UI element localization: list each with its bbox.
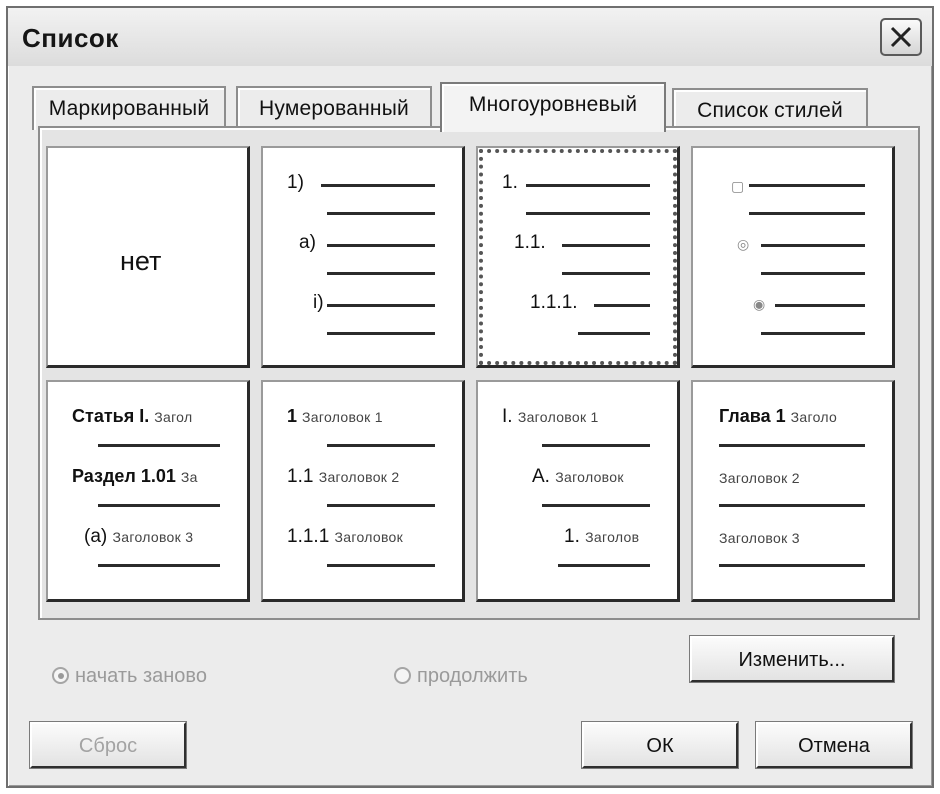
level3-heading: Заголовок 3 — [719, 530, 800, 546]
text-line — [327, 304, 435, 307]
text-line — [327, 272, 435, 275]
text-line — [98, 504, 220, 507]
text-line — [98, 444, 220, 447]
restart-label: начать заново — [75, 665, 207, 687]
text-line — [542, 504, 650, 507]
text-line — [761, 244, 865, 247]
text-line — [562, 244, 650, 247]
text-line — [526, 212, 650, 215]
text-line — [321, 184, 435, 187]
level2-number: Раздел 1.01 За — [72, 466, 198, 486]
level1-number: 1. — [502, 172, 518, 193]
tab-label: Маркированный — [48, 97, 210, 120]
text-line — [749, 184, 865, 187]
text-line — [327, 244, 435, 247]
change-button[interactable]: Изменить... — [689, 635, 895, 683]
level2-number: 1.1. — [514, 232, 546, 253]
circle-bullet-icon: ◎ — [737, 236, 750, 252]
tab-multilevel[interactable]: Многоуровневый — [440, 82, 666, 132]
list-option-none[interactable]: нет — [46, 146, 250, 368]
text-line — [719, 444, 865, 447]
list-option-chapter[interactable]: Глава 1 Заголо Заголовок 2 Заголовок 3 — [691, 380, 895, 602]
ok-button[interactable]: ОК — [581, 721, 739, 769]
tab-label: Многоуровневый — [468, 93, 638, 116]
level3-number: 1.1.1. — [530, 292, 578, 313]
text-line — [594, 304, 650, 307]
continue-numbering-radio[interactable]: продолжить — [394, 665, 528, 688]
radio-checked-icon — [52, 667, 69, 684]
text-line — [749, 212, 865, 215]
dialog-title: Список — [22, 23, 119, 53]
level2-number: А. Заголовок — [532, 466, 624, 487]
text-line — [558, 564, 650, 567]
text-line — [578, 332, 650, 335]
text-line — [719, 504, 865, 507]
cancel-button[interactable]: Отмена — [755, 721, 913, 769]
close-button[interactable] — [880, 18, 922, 56]
tab-numbered[interactable]: Нумерованный — [236, 86, 432, 130]
list-option-article-section[interactable]: Статья I. Загол Раздел 1.01 За (а) Загол… — [46, 380, 250, 602]
tab-bulleted[interactable]: Маркированный — [32, 86, 226, 130]
text-line — [327, 504, 435, 507]
level1-number: 1 Заголовок 1 — [287, 406, 383, 426]
level2-number: a) — [299, 232, 316, 253]
level3-number: 1. Заголов — [564, 526, 640, 547]
text-line — [775, 304, 865, 307]
level1-number: Статья I. Загол — [72, 406, 193, 426]
level2-heading: Заголовок 2 — [719, 470, 800, 486]
square-bullet-icon: ▢ — [731, 178, 745, 194]
text-line — [761, 332, 865, 335]
title-bar[interactable]: Список — [8, 8, 932, 66]
restart-numbering-radio[interactable]: начать заново — [52, 665, 207, 688]
level2-number: 1.1 Заголовок 2 — [287, 466, 400, 487]
list-option-paren[interactable]: 1) a) i) — [261, 146, 465, 368]
list-option-decimal[interactable]: 1. 1.1. 1.1.1. — [476, 146, 680, 368]
list-option-heading-decimal[interactable]: 1 Заголовок 1 1.1 Заголовок 2 1.1.1 Заго… — [261, 380, 465, 602]
list-option-bullets[interactable]: ▢ ◎ ◉ — [691, 146, 895, 368]
list-option-heading-roman[interactable]: I. Заголовок 1 А. Заголовок 1. Заголов — [476, 380, 680, 602]
level3-number: 1.1.1 Заголовок — [287, 526, 404, 547]
none-label: нет — [120, 246, 162, 276]
level1-number: 1) — [287, 172, 304, 193]
text-line — [761, 272, 865, 275]
level1-number: I. Заголовок 1 — [502, 406, 599, 427]
text-line — [719, 564, 865, 567]
reset-button[interactable]: Сброс — [29, 721, 187, 769]
circle-bullet-icon: ◉ — [753, 296, 766, 312]
text-line — [327, 444, 435, 447]
text-line — [327, 332, 435, 335]
tab-label: Нумерованный — [259, 97, 409, 120]
level1-number: Глава 1 Заголо — [719, 406, 838, 426]
tab-label: Список стилей — [697, 99, 843, 122]
text-line — [526, 184, 650, 187]
close-icon — [890, 26, 912, 48]
continue-label: продолжить — [417, 665, 528, 687]
level3-number: i) — [313, 292, 324, 313]
text-line — [327, 212, 435, 215]
level3-number: (а) Заголовок 3 — [84, 526, 194, 547]
text-line — [327, 564, 435, 567]
text-line — [562, 272, 650, 275]
radio-unchecked-icon — [394, 667, 411, 684]
text-line — [542, 444, 650, 447]
text-line — [98, 564, 220, 567]
list-dialog: Список Маркированный Нумерованный Многоу… — [6, 6, 934, 788]
